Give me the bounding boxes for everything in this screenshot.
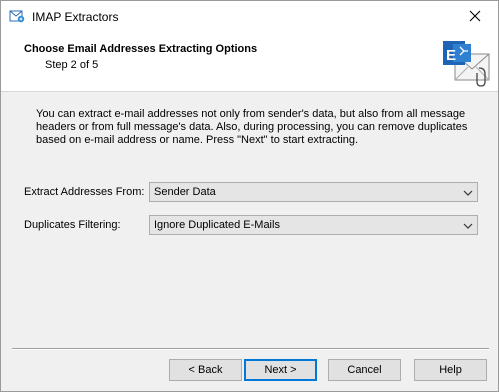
wizard-header: Choose Email Addresses Extracting Option… <box>1 31 498 92</box>
title-bar[interactable]: IMAP Extractors <box>1 1 498 31</box>
extract-from-label: Extract Addresses From: <box>24 186 145 198</box>
close-button[interactable] <box>452 1 498 31</box>
duplicates-filtering-select[interactable]: Ignore Duplicated E-Mails <box>149 215 478 235</box>
close-icon <box>469 10 481 22</box>
app-icon <box>9 8 25 24</box>
help-button[interactable]: Help <box>414 359 487 381</box>
duplicates-filtering-label: Duplicates Filtering: <box>24 219 121 231</box>
step-indicator: Step 2 of 5 <box>45 59 99 71</box>
page-title: Choose Email Addresses Extracting Option… <box>24 43 258 55</box>
window-title: IMAP Extractors <box>32 10 119 24</box>
extract-from-value: Sender Data <box>154 186 216 198</box>
cancel-button[interactable]: Cancel <box>328 359 401 381</box>
exchange-mail-icon: E <box>441 38 493 88</box>
extract-from-select[interactable]: Sender Data <box>149 182 478 202</box>
wizard-window: IMAP Extractors Choose Email Addresses E… <box>0 0 499 392</box>
svg-text:E: E <box>446 47 456 64</box>
duplicates-filtering-value: Ignore Duplicated E-Mails <box>154 219 280 231</box>
back-button[interactable]: < Back <box>169 359 242 381</box>
chevron-down-icon <box>463 221 473 229</box>
next-button[interactable]: Next > <box>244 359 317 381</box>
description-text: You can extract e-mail addresses not onl… <box>36 108 468 146</box>
chevron-down-icon <box>463 188 473 196</box>
footer-separator <box>12 348 489 350</box>
